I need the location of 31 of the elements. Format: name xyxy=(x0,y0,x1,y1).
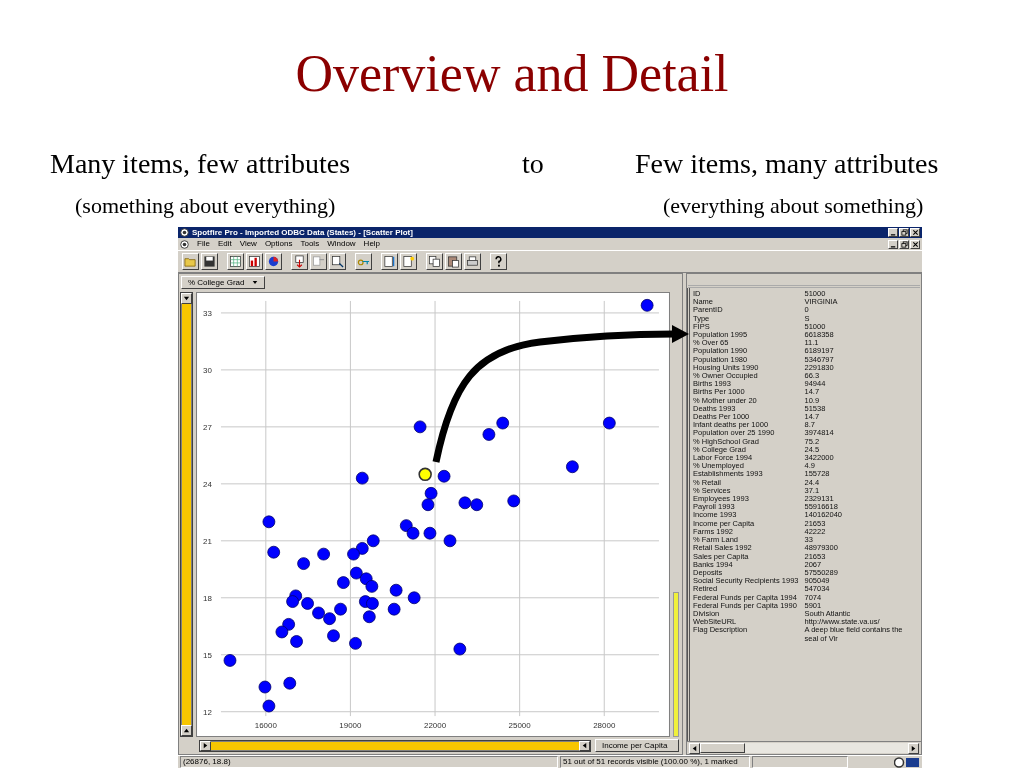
y-tick-label: 21 xyxy=(203,536,212,546)
x-tick-label: 19000 xyxy=(339,721,362,731)
x-tick-label: 25000 xyxy=(508,721,531,731)
menu-item[interactable]: Tools xyxy=(300,239,320,249)
y-tick-label: 15 xyxy=(203,650,212,660)
window-title: Spotfire Pro - Imported ODBC Data (States) - [Scatter Plot] xyxy=(192,228,413,237)
x-tick-label: 28000 xyxy=(593,721,616,731)
y-tick-label: 27 xyxy=(203,422,212,432)
status-coordinates: (26876, 18.8) xyxy=(180,756,558,768)
y-tick-label: 33 xyxy=(203,308,212,318)
right-heading: Few items, many attributes xyxy=(635,148,939,180)
y-tick-label: 12 xyxy=(203,707,212,717)
menu-item[interactable]: View xyxy=(239,239,257,249)
y-axis-dropdown[interactable]: % College Grad xyxy=(181,275,266,289)
y-tick-label: 30 xyxy=(203,365,212,375)
x-tick-label: 16000 xyxy=(254,721,277,731)
menu-item[interactable]: File xyxy=(197,239,210,249)
x-tick-label: 22000 xyxy=(423,721,447,731)
menu-item[interactable]: Help xyxy=(363,239,381,249)
menu-item[interactable]: Edit xyxy=(217,239,232,249)
menu-item[interactable]: Window xyxy=(327,239,356,249)
left-heading: Many items, few attributes xyxy=(50,148,352,180)
right-note: (everything about something) xyxy=(663,194,924,218)
y-tick-label: 24 xyxy=(203,479,212,489)
menu-item[interactable]: Options xyxy=(264,239,293,249)
left-note: (something about everything) xyxy=(75,194,337,218)
status-records: 51 out of 51 records visible (100.00 %), 1 marked xyxy=(560,756,750,768)
y-tick-label: 18 xyxy=(203,593,212,603)
connector-word: to xyxy=(522,148,545,180)
slide-title: Overview and Detail xyxy=(294,44,730,102)
x-axis-dropdown[interactable]: Income per Capita xyxy=(595,739,679,752)
